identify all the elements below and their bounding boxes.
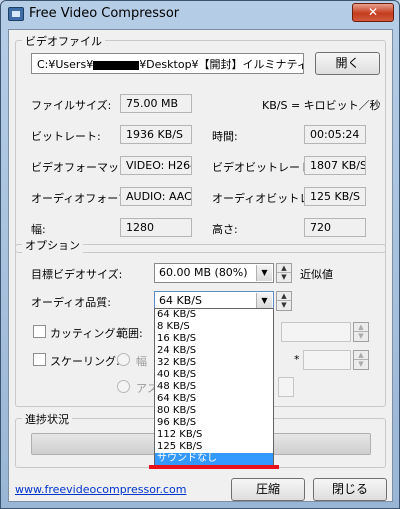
audio-quality-option[interactable]: 48 KB/S (155, 381, 273, 393)
compress-button[interactable]: 圧縮 (231, 478, 305, 501)
audio-quality-option[interactable]: 8 KB/S (155, 321, 273, 333)
aspect-select[interactable] (278, 377, 294, 397)
unit-note: KB/S = キロビット／秒 (262, 99, 381, 112)
video-format-label: ビデオフォーマット: (31, 161, 134, 174)
audio-quality-option[interactable]: 112 KB/S (155, 429, 273, 441)
target-size-select[interactable]: 60.00 MB (80%) ▼ (154, 263, 274, 283)
width-radio-label: 幅 (136, 355, 147, 368)
video-bitrate-value: 1807 KB/S (304, 156, 366, 175)
audio-bitrate-value: 125 KB/S (304, 187, 366, 206)
cutting-label: カッティング: (50, 327, 120, 340)
file-size-value: 75.00 MB (120, 94, 192, 113)
audio-quality-dropdown-list: 64 KB/S 8 KB/S 16 KB/S 24 KB/S 32 KB/S 40 KB/… (154, 308, 274, 468)
aspect-radio[interactable] (117, 380, 130, 393)
time-value: 00:05:24 (304, 125, 366, 144)
audio-quality-label: オーディオ品質: (31, 296, 111, 309)
spin-down-icon[interactable]: ▼ (277, 273, 291, 282)
audio-quality-option[interactable]: サウンドなし (155, 453, 273, 465)
target-size-value: 60.00 MB (80%) (159, 266, 248, 279)
scale-height-field[interactable] (303, 350, 351, 370)
spin-down-icon[interactable]: ▼ (277, 301, 291, 310)
audio-quality-option[interactable]: 64 KB/S (155, 309, 273, 321)
video-format-value: VIDEO: H264 (120, 156, 192, 175)
audio-quality-value: 64 KB/S (159, 294, 202, 307)
spin-up-icon[interactable]: ▲ (354, 323, 368, 332)
target-size-label: 目標ビデオサイズ: (31, 268, 123, 281)
audio-quality-spinner[interactable]: ▲ ▼ (276, 291, 292, 311)
file-size-label: ファイルサイズ: (31, 99, 112, 112)
audio-quality-option[interactable]: 125 KB/S (155, 441, 273, 453)
bitrate-label: ビットレート: (31, 130, 101, 143)
range-label: 範囲: (117, 327, 143, 340)
cut-end-field[interactable] (281, 322, 351, 342)
app-window: Free Video Compressor ✕ ビデオファイル C:¥Users… (0, 0, 400, 509)
spin-up-icon[interactable]: ▲ (277, 264, 291, 273)
audio-format-value: AUDIO: AAC (120, 187, 192, 206)
audio-quality-option[interactable]: 80 KB/S (155, 405, 273, 417)
times-sign: * (294, 353, 300, 366)
audio-quality-option[interactable]: 64 KB/S (155, 393, 273, 405)
target-size-spinner[interactable]: ▲ ▼ (276, 263, 292, 283)
video-file-group: ビデオファイル C:¥Users¥¥Desktop¥【開封】イルミナティカード … (15, 33, 386, 253)
close-button[interactable]: 閉じる (313, 478, 387, 501)
audio-quality-option[interactable]: 16 KB/S (155, 333, 273, 345)
audio-quality-option[interactable]: 32 KB/S (155, 357, 273, 369)
spin-up-icon[interactable]: ▲ (354, 351, 368, 360)
window-title: Free Video Compressor (29, 6, 180, 21)
audio-quality-option[interactable]: 24 KB/S (155, 345, 273, 357)
website-link[interactable]: www.freevideocompressor.com (15, 483, 186, 496)
file-path-prefix: C:¥Users¥ (37, 58, 94, 71)
cutting-checkbox[interactable] (33, 325, 46, 338)
progress-group-label: 進捗状況 (22, 411, 72, 427)
audio-quality-option[interactable]: 96 KB/S (155, 417, 273, 429)
audio-quality-option[interactable]: 40 KB/S (155, 369, 273, 381)
file-path-field[interactable]: C:¥Users¥ ¥Desktop¥【開封】イルミナティカード (31, 53, 304, 74)
file-path-suffix: ¥Desktop¥【開封】イルミナティカード (139, 58, 303, 71)
scale-height-spinner[interactable]: ▲ ▼ (353, 350, 369, 370)
width-radio[interactable] (117, 353, 130, 366)
open-file-button[interactable]: 開く (315, 52, 380, 75)
app-icon (8, 7, 24, 21)
options-group-label: オプション (22, 237, 83, 253)
height-value: 720 (304, 218, 366, 237)
approx-label: 近似値 (300, 268, 333, 281)
video-file-group-label: ビデオファイル (22, 33, 105, 49)
scaling-label: スケーリング: (50, 355, 120, 368)
chevron-down-icon: ▼ (256, 265, 272, 281)
height-label: 高さ: (212, 223, 238, 236)
spin-down-icon[interactable]: ▼ (354, 360, 368, 369)
close-window-button[interactable]: ✕ (352, 3, 394, 22)
spin-up-icon[interactable]: ▲ (277, 292, 291, 301)
chevron-down-icon: ▼ (256, 293, 272, 309)
cut-end-spinner[interactable]: ▲ ▼ (353, 322, 369, 342)
annotation-underline (149, 465, 279, 469)
video-bitrate-label: ビデオビットレート: (212, 161, 315, 174)
title-bar[interactable]: Free Video Compressor ✕ (1, 1, 399, 29)
width-label: 幅: (31, 223, 46, 236)
time-label: 時間: (212, 130, 238, 143)
width-value: 1280 (120, 218, 192, 237)
bitrate-value: 1936 KB/S (120, 125, 192, 144)
scaling-checkbox[interactable] (33, 353, 46, 366)
spin-down-icon[interactable]: ▼ (354, 332, 368, 341)
redacted-username (93, 60, 140, 70)
